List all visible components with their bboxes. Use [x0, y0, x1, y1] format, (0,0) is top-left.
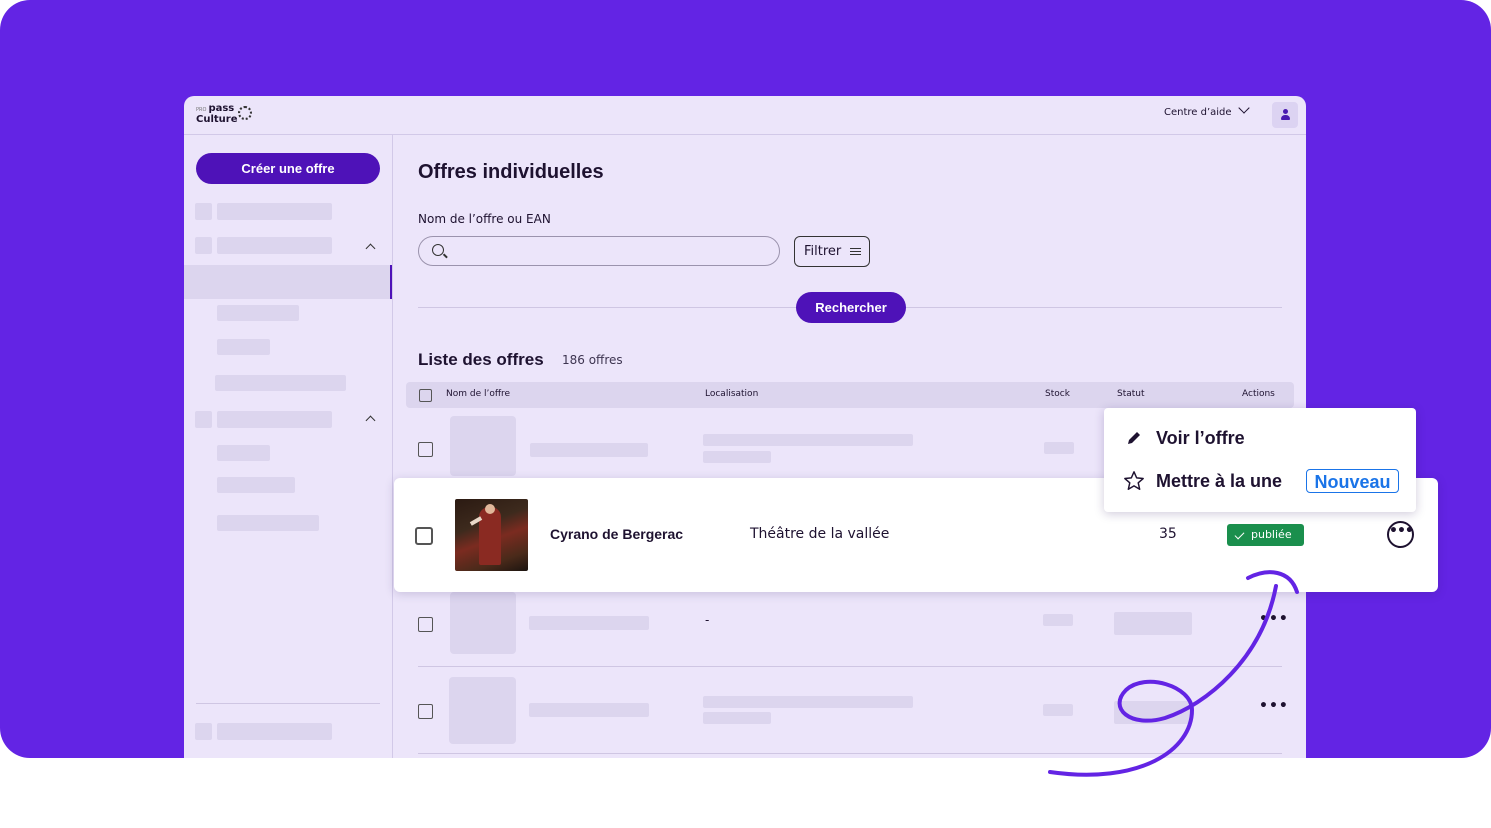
scribble-arrow-decoration [1048, 570, 1299, 777]
